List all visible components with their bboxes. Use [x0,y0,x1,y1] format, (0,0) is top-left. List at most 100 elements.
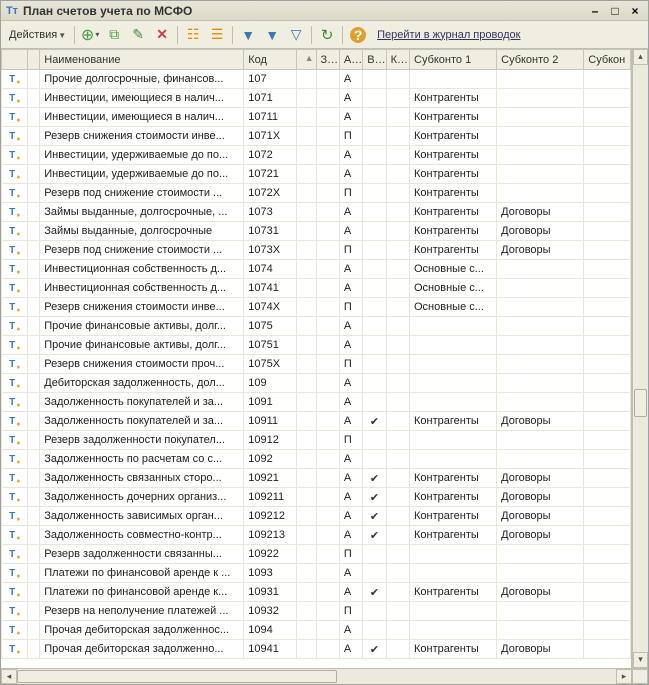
filter-clear-button[interactable]: ▽ [285,24,307,46]
scroll-right-button[interactable]: ▸ [616,669,632,684]
separator [342,26,343,44]
table-row[interactable]: ТПрочая дебиторская задолженно...10941А✔… [2,640,631,659]
cell-v [363,450,386,469]
grid[interactable]: Наименование Код ▲ З... А... В... К... С… [1,49,632,668]
cell-sk1 [410,336,497,355]
scroll-thumb[interactable] [634,389,647,417]
row-type-icon: Т [2,298,28,317]
window-title: План счетов учета по МСФО [23,4,586,18]
table-row[interactable]: ТИнвестиции, удерживаемые до по...10721А… [2,165,631,184]
table-row[interactable]: ТЗадолженность покупателей и за...10911А… [2,412,631,431]
add-button[interactable]: ⊕▾ [79,24,101,46]
hscroll-track[interactable] [17,669,616,684]
app-window: Тт План счетов учета по МСФО – □ × Дейст… [0,0,649,685]
col-marker[interactable] [27,50,40,70]
copy-button[interactable]: ⧉ [103,24,125,46]
table-row[interactable]: ТПлатежи по финансовой аренде к...10931А… [2,583,631,602]
col-sk3[interactable]: Субкон [584,50,631,70]
table-row[interactable]: ТПрочие финансовые активы, долг...10751А [2,336,631,355]
journal-link[interactable]: Перейти в журнал проводок [377,29,520,41]
horizontal-scrollbar[interactable]: ◂ ▸ [1,668,648,684]
cell-sk3 [584,374,631,393]
cell-sort [297,640,316,659]
hscroll-thumb[interactable] [17,670,337,683]
table-row[interactable]: ТРезерв снижения стоимости инве...1074ХП… [2,298,631,317]
filter1-button[interactable]: ▼ [237,24,259,46]
table-row[interactable]: ТЗаймы выданные, долгосрочные10731АКонтр… [2,222,631,241]
table-row[interactable]: ТРезерв задолженности связанны...10922П [2,545,631,564]
table-row[interactable]: ТЗадолженность связанных сторо...10921А✔… [2,469,631,488]
table-row[interactable]: ТПрочая дебиторская задолженнос...1094А [2,621,631,640]
col-name[interactable]: Наименование [40,50,244,70]
col-sk2[interactable]: Субконто 2 [497,50,584,70]
table-row[interactable]: ТПрочие долгосрочные, финансов...107А [2,70,631,89]
table-row[interactable]: ТРезерв под снижение стоимости ...1072ХП… [2,184,631,203]
help-button[interactable]: ? [347,24,369,46]
scroll-up-button[interactable]: ▴ [633,49,648,65]
vertical-scrollbar[interactable]: ▴ ▾ [632,49,648,668]
col-code[interactable]: Код [244,50,297,70]
edit-button[interactable]: ✎ [127,24,149,46]
scroll-down-button[interactable]: ▾ [633,652,648,668]
actions-menu[interactable]: Действия▼ [5,29,70,41]
table-row[interactable]: ТРезерв под снижение стоимости ...1073ХП… [2,241,631,260]
cell-v: ✔ [363,507,386,526]
filter2-button[interactable]: ▼ [261,24,283,46]
cell-k [386,241,409,260]
cell-z [316,108,339,127]
row-type-icon: Т [2,146,28,165]
cell-a: П [339,298,362,317]
table-row[interactable]: ТИнвестиции, удерживаемые до по...1072АК… [2,146,631,165]
row-type-icon: Т [2,412,28,431]
cell-code: 10921 [244,469,297,488]
table-row[interactable]: ТЗадолженность дочерних организ...109211… [2,488,631,507]
list-button[interactable]: ☰ [206,24,228,46]
table-row[interactable]: ТРезерв на неполучение платежей ...10932… [2,602,631,621]
col-k[interactable]: К... [386,50,409,70]
row-marker [27,431,40,450]
col-sort-indicator[interactable]: ▲ [297,50,316,70]
cell-sk2 [497,317,584,336]
table-row[interactable]: ТРезерв снижения стоимости инве...1071ХП… [2,127,631,146]
table-row[interactable]: ТЗаймы выданные, долгосрочные, ...1073АК… [2,203,631,222]
table-row[interactable]: ТИнвестиционная собственность д...10741А… [2,279,631,298]
row-type-icon: Т [2,621,28,640]
col-z[interactable]: З... [316,50,339,70]
row-marker [27,146,40,165]
header-row: Наименование Код ▲ З... А... В... К... С… [2,50,631,70]
table-row[interactable]: ТДебиторская задолженность, дол...109А [2,374,631,393]
maximize-button[interactable]: □ [606,4,624,18]
cell-a: П [339,431,362,450]
close-button[interactable]: × [626,4,644,18]
col-sk1[interactable]: Субконто 1 [410,50,497,70]
cell-a: П [339,241,362,260]
minimize-button[interactable]: – [586,4,604,18]
col-icon[interactable] [2,50,28,70]
table-row[interactable]: ТЗадолженность покупателей и за...1091А [2,393,631,412]
scroll-left-button[interactable]: ◂ [1,669,17,684]
hierarchy-button[interactable]: ☷ [182,24,204,46]
col-v[interactable]: В... [363,50,386,70]
table-row[interactable]: ТИнвестиции, имеющиеся в налич...1071АКо… [2,89,631,108]
cell-z [316,165,339,184]
table-row[interactable]: ТИнвестиции, имеющиеся в налич...10711АК… [2,108,631,127]
cell-name: Инвестиции, имеющиеся в налич... [40,108,244,127]
cell-k [386,298,409,317]
table-row[interactable]: ТЗадолженность зависимых орган...109212А… [2,507,631,526]
cell-sort [297,336,316,355]
refresh-button[interactable]: ↻ [316,24,338,46]
cell-a: А [339,450,362,469]
table-row[interactable]: ТЗадолженность совместно-контр...109213А… [2,526,631,545]
delete-button[interactable]: ✕ [151,24,173,46]
table-row[interactable]: ТРезерв задолженности покупател...10912П [2,431,631,450]
cell-sort [297,203,316,222]
table-row[interactable]: ТПлатежи по финансовой аренде к ...1093А [2,564,631,583]
table-row[interactable]: ТЗадолженность по расчетам со с...1092А [2,450,631,469]
row-marker [27,184,40,203]
table-row[interactable]: ТПрочие финансовые активы, долг...1075А [2,317,631,336]
col-a[interactable]: А... [339,50,362,70]
cell-sk3 [584,431,631,450]
cell-z [316,507,339,526]
table-row[interactable]: ТРезерв снижения стоимости проч...1075ХП [2,355,631,374]
table-row[interactable]: ТИнвестиционная собственность д...1074АО… [2,260,631,279]
